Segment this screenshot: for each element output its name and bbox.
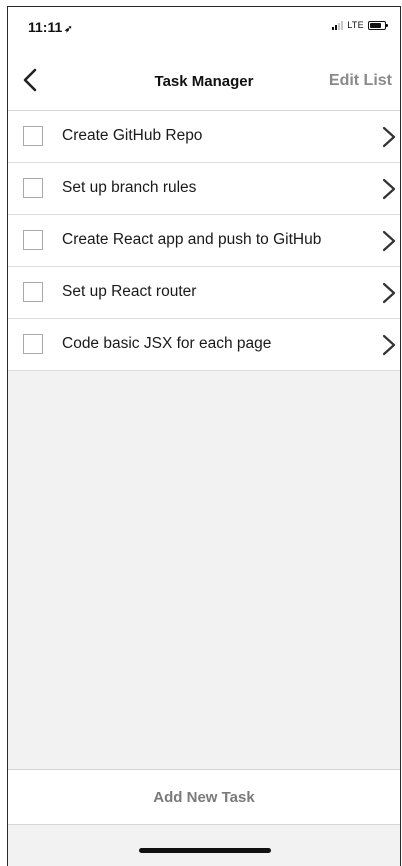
chevron-right-icon [382,126,396,148]
task-label: Set up branch rules [62,179,197,196]
edit-list-button[interactable]: Edit List [329,72,392,90]
task-label: Code basic JSX for each page [62,335,272,352]
signal-bar [335,25,338,30]
home-indicator-area [8,825,400,866]
back-button[interactable] [16,65,46,95]
battery-fill [370,22,382,28]
chevron-right-icon [382,178,396,200]
signal-bar [341,21,344,30]
chevron-right-icon [382,230,396,252]
network-type-label: LTE [347,20,364,30]
signal-strength-icon [332,20,344,30]
status-bar: 11:11 ➶ LTE [8,7,400,51]
task-checkbox[interactable] [23,126,43,146]
status-time: 11:11 ➶ [28,19,73,35]
task-label: Create GitHub Repo [62,127,203,144]
status-time-text: 11:11 [28,19,63,35]
home-indicator[interactable] [139,848,271,853]
task-row[interactable]: Create GitHub Repo [8,111,400,163]
chevron-left-icon [23,68,37,92]
location-arrow-icon: ➶ [64,24,73,35]
battery-icon [368,20,388,30]
chevron-right-icon [382,334,396,356]
task-checkbox[interactable] [23,334,43,354]
task-row[interactable]: Set up branch rules [8,163,400,215]
chevron-right-icon [382,282,396,304]
app-frame: 11:11 ➶ LTE Task Manager Edit List Creat… [7,6,401,866]
status-indicators: LTE [332,20,388,30]
task-row[interactable]: Create React app and push to GitHub [8,215,400,267]
task-list: Create GitHub Repo Set up branch rules C… [8,111,400,371]
add-new-task-button[interactable]: Add New Task [8,769,400,825]
task-label: Set up React router [62,283,197,300]
task-row[interactable]: Set up React router [8,267,400,319]
signal-bar [332,27,335,30]
add-new-task-label: Add New Task [153,789,255,806]
task-checkbox[interactable] [23,282,43,302]
task-label: Create React app and push to GitHub [62,231,322,248]
task-checkbox[interactable] [23,178,43,198]
signal-bar [338,23,341,30]
task-row[interactable]: Code basic JSX for each page [8,319,400,371]
navigation-bar: Task Manager Edit List [8,51,400,111]
task-checkbox[interactable] [23,230,43,250]
